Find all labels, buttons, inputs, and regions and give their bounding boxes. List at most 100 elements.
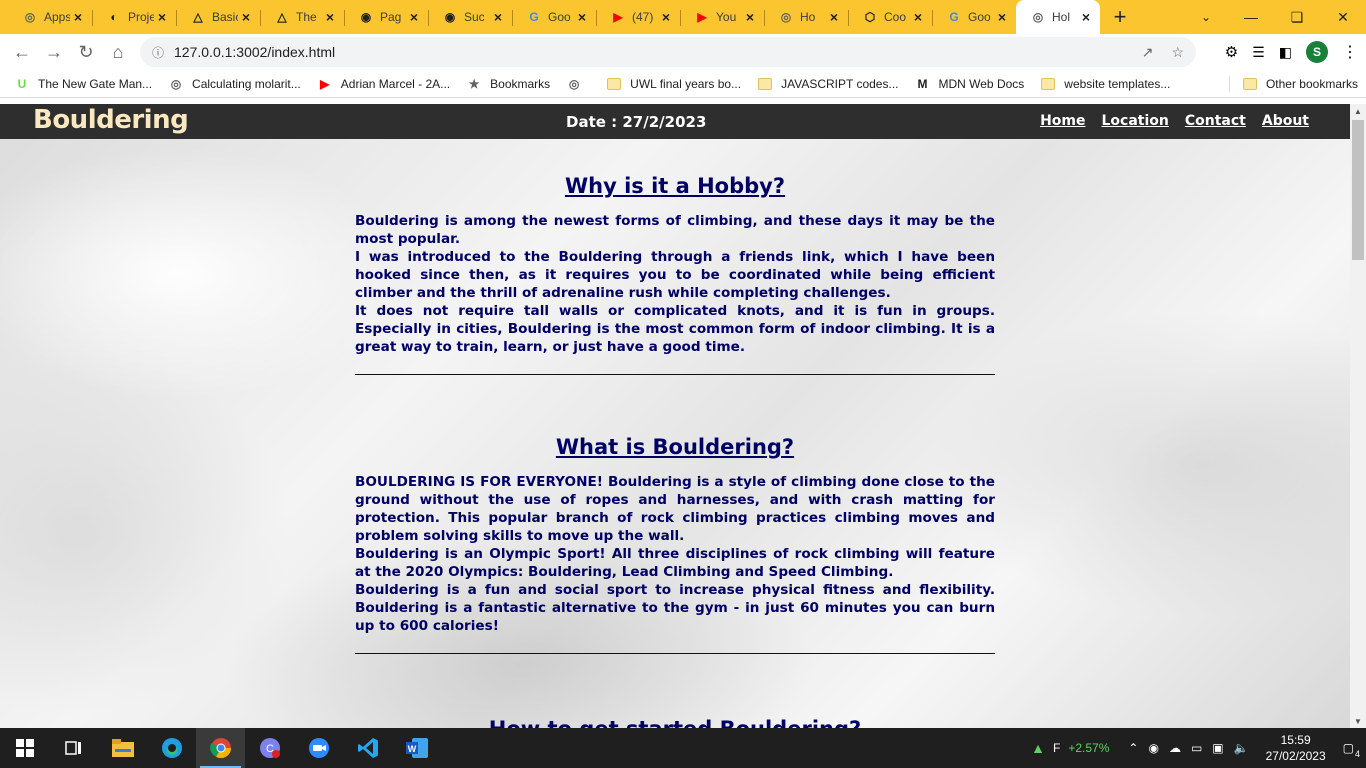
nav-link-location[interactable]: Location [1101,113,1168,129]
close-window-icon[interactable]: ✕ [1320,0,1366,34]
tab-search-chevron-icon[interactable]: ⌄ [1194,0,1218,34]
star-icon: ★ [468,76,480,91]
browser-tab[interactable]: G Goo × [512,0,596,34]
mic-icon[interactable]: ◉ [1148,741,1158,755]
nav-link-home[interactable]: Home [1040,113,1085,129]
bookmark-item[interactable]: ◎ [558,76,598,92]
minimize-icon[interactable]: — [1228,0,1274,34]
browser-tab[interactable]: ▶ You × [680,0,764,34]
globe-icon: ◎ [1032,10,1044,24]
teams-icon[interactable]: C [245,728,294,768]
browser-tab[interactable]: △ Basic× [176,0,260,34]
stock-trend-icon[interactable]: ▲ [1031,740,1045,756]
bookmark-item[interactable]: ◎ Calculating molarit... [160,76,309,92]
vscode-icon[interactable] [343,728,392,768]
tab-close-icon[interactable]: × [490,9,506,25]
forward-arrow-icon[interactable]: → [38,36,70,68]
task-view-icon[interactable] [49,728,98,768]
side-panel-icon[interactable]: ◧ [1279,44,1292,61]
back-arrow-icon[interactable]: ← [6,36,38,68]
nav-link-contact[interactable]: Contact [1185,113,1246,129]
network-icon[interactable]: ▣ [1212,741,1223,755]
tab-close-icon[interactable]: × [322,9,338,25]
tab-close-icon[interactable]: × [742,9,758,25]
bookmark-item[interactable]: UWL final years bo... [598,76,749,92]
tab-title: Goo [968,10,991,24]
tab-close-icon[interactable]: × [826,9,842,25]
share-icon[interactable]: ↗ [1142,44,1154,61]
nav-link-about[interactable]: About [1262,113,1309,129]
edge-icon[interactable] [147,728,196,768]
onedrive-cloud-icon[interactable]: ☁ [1169,741,1181,755]
bookmark-item[interactable]: ▶ Adrian Marcel - 2A... [309,76,458,92]
tab-close-icon[interactable]: × [1078,9,1094,25]
bookmark-item[interactable]: ★ Bookmarks [458,76,558,92]
bookmark-item[interactable]: JAVASCRIPT codes... [749,76,906,92]
scroll-up-icon[interactable]: ▲ [1350,104,1366,118]
tab-title: Basic [212,10,238,24]
browser-tab[interactable]: ◎ Ho × [764,0,848,34]
home-icon[interactable]: ⌂ [102,36,134,68]
tab-close-icon[interactable]: × [994,9,1010,25]
angular-icon: △ [193,10,203,24]
site-nav-links: Home Location Contact About [1040,113,1309,129]
globe-icon: ◎ [568,76,580,91]
youtube-icon: ▶ [320,76,330,91]
youtube-icon: ▶ [613,10,623,24]
extensions-puzzle-icon[interactable]: ⚙ [1225,43,1238,61]
tab-title: Apps [44,10,70,24]
notifications-icon[interactable]: ▢ 4 [1343,741,1360,759]
bookmark-item[interactable]: U The New Gate Man... [6,76,160,92]
battery-icon[interactable]: ▭ [1191,741,1202,755]
tab-title: The [296,10,317,24]
browser-tab[interactable]: ◎ Hol × [1016,0,1100,34]
site-info-icon[interactable]: ⓘ [152,44,164,61]
reading-list-icon[interactable]: ☰ [1252,44,1265,61]
volume-icon[interactable]: 🔈 [1234,741,1249,755]
reload-icon[interactable]: ↻ [70,36,102,68]
chrome-icon[interactable] [196,728,245,768]
zoom-icon[interactable] [294,728,343,768]
section-divider [355,653,995,654]
clock[interactable]: 15:59 27/02/2023 [1266,732,1326,764]
system-tray: ▲ F +2.57% ⌃ ◉ ☁ ▭ ▣ 🔈 15:59 27/02/2023 … [1031,728,1366,768]
bookmark-star-icon[interactable]: ☆ [1171,44,1184,61]
bookmark-label: JAVASCRIPT codes... [781,76,899,91]
browser-tab[interactable]: △ The × [260,0,344,34]
browser-tab[interactable]: ▶ (47) × [596,0,680,34]
tab-close-icon[interactable]: × [154,9,170,25]
tab-strip: ◎Apps×◐Projects×△Basic×△The×◉Pag×◉Suc×GG… [0,0,1366,34]
section-why-hobby: Why is it a Hobby? Bouldering is among t… [355,174,995,375]
new-tab-button[interactable]: + [1100,0,1140,34]
browser-tab[interactable]: ⬡ Coo × [848,0,932,34]
bookmark-item[interactable]: website templates... [1032,76,1178,92]
browser-tab[interactable]: ◎ Apps × [8,0,92,34]
word-icon[interactable]: W [392,728,441,768]
bookmark-label: UWL final years bo... [630,76,742,91]
page-scrollbar[interactable]: ▲ ▼ [1350,104,1366,728]
chrome-menu-icon[interactable]: ⋮ [1342,42,1358,62]
scrollbar-thumb[interactable] [1352,120,1364,260]
file-explorer-icon[interactable] [98,728,147,768]
tray-chevron-icon[interactable]: ⌃ [1128,741,1138,755]
site-brand[interactable]: Bouldering [33,105,189,135]
other-bookmarks[interactable]: Other bookmarks [1228,75,1366,92]
browser-tab[interactable]: G Goo × [932,0,1016,34]
tab-close-icon[interactable]: × [574,9,590,25]
tab-close-icon[interactable]: × [70,9,86,25]
bookmark-item[interactable]: M MDN Web Docs [906,76,1032,92]
tab-close-icon[interactable]: × [406,9,422,25]
start-icon[interactable] [0,728,49,768]
browser-tab[interactable]: ◐ Projects× [92,0,176,34]
scroll-down-icon[interactable]: ▼ [1350,714,1366,728]
tab-close-icon[interactable]: × [238,9,254,25]
tab-close-icon[interactable]: × [910,9,926,25]
url-text[interactable]: 127.0.0.1:3002/index.html [174,44,335,60]
section-heading: How to get started Bouldering? [355,717,995,728]
browser-tab[interactable]: ◉ Suc × [428,0,512,34]
address-bar[interactable]: ⓘ 127.0.0.1:3002/index.html ↗ ☆ [140,37,1196,67]
restore-icon[interactable]: ❏ [1274,0,1320,34]
profile-avatar[interactable]: S [1306,41,1328,63]
tab-close-icon[interactable]: × [658,9,674,25]
browser-tab[interactable]: ◉ Pag × [344,0,428,34]
